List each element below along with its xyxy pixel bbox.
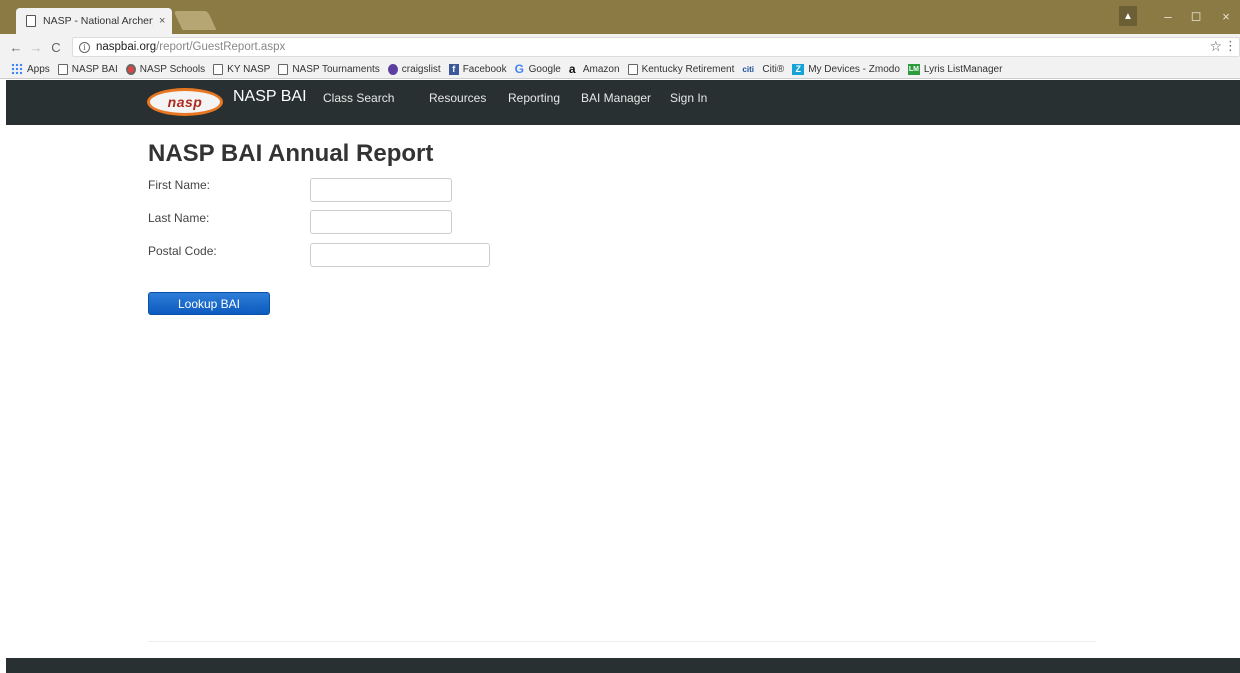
- bookmark-nasp-bai[interactable]: NASP BAI: [57, 63, 118, 75]
- new-tab-button[interactable]: [173, 11, 217, 30]
- bookmark-facebook[interactable]: f Facebook: [448, 63, 507, 75]
- page-title: NASP BAI Annual Report: [148, 140, 434, 167]
- profile-icon[interactable]: ▲: [1119, 6, 1137, 26]
- reload-icon[interactable]: C: [46, 40, 66, 55]
- bookmark-zmodo[interactable]: Z My Devices - Zmodo: [792, 63, 900, 75]
- google-icon: G: [514, 61, 524, 76]
- bookmark-craigslist[interactable]: craigslist: [387, 63, 441, 75]
- page-icon: [26, 15, 36, 27]
- bookmark-citi[interactable]: citi Citi®: [742, 64, 784, 75]
- nav-sign-in[interactable]: Sign In: [670, 91, 707, 105]
- bookmark-label: Lyris ListManager: [923, 63, 1003, 75]
- bookmark-ky-nasp[interactable]: KY NASP: [213, 63, 271, 75]
- bookmark-label: Google: [528, 63, 561, 75]
- bookmark-lyris[interactable]: LM Lyris ListManager: [907, 63, 1003, 75]
- bookmark-nasp-tournaments[interactable]: NASP Tournaments: [278, 63, 380, 75]
- bookmark-star-icon[interactable]: ☆: [1209, 38, 1222, 55]
- target-icon: [125, 63, 136, 75]
- zmodo-icon: Z: [792, 63, 805, 75]
- brand-link[interactable]: NASP BAI: [233, 88, 307, 106]
- site-navbar: nasp NASP BAI Class Search Resources Rep…: [6, 80, 1240, 125]
- tab-close-icon[interactable]: ×: [159, 15, 165, 27]
- browser-title-bar: NASP - National Archery × ▲ – ◻ ×: [0, 0, 1240, 34]
- bookmark-label: NASP BAI: [71, 63, 118, 75]
- bookmark-label: craigslist: [401, 63, 441, 75]
- back-arrow-icon[interactable]: ←: [6, 40, 26, 55]
- nasp-logo[interactable]: nasp: [147, 88, 223, 116]
- bookmark-label: NASP Schools: [139, 63, 206, 75]
- last-name-label: Last Name:: [148, 211, 210, 225]
- bookmark-label: My Devices - Zmodo: [808, 63, 900, 75]
- page-icon: [213, 63, 224, 75]
- nav-class-search[interactable]: Class Search: [323, 91, 394, 105]
- amazon-icon: a: [568, 61, 576, 76]
- logo-text: nasp: [167, 94, 203, 110]
- browser-toolbar: ← → C i naspbai.org /report/GuestReport.…: [0, 34, 1240, 60]
- bookmark-label: Apps: [27, 63, 50, 75]
- bookmark-kentucky-retirement[interactable]: Kentucky Retirement: [627, 63, 735, 75]
- url-host: naspbai.org: [96, 41, 157, 53]
- url-path: /report/GuestReport.aspx: [156, 41, 286, 53]
- maximize-button[interactable]: ◻: [1186, 6, 1206, 26]
- peace-icon: [387, 63, 398, 75]
- page-icon: [278, 63, 289, 75]
- postal-code-label: Postal Code:: [148, 244, 217, 258]
- tab-title: NASP - National Archery: [43, 15, 153, 27]
- page-icon: [627, 63, 638, 75]
- bookmark-label: NASP Tournaments: [292, 63, 380, 75]
- bookmark-label: KY NASP: [227, 63, 271, 75]
- info-icon[interactable]: i: [79, 41, 90, 53]
- footer-bar: [6, 658, 1240, 673]
- bookmark-amazon[interactable]: a Amazon: [568, 61, 620, 76]
- forward-arrow-icon[interactable]: →: [26, 40, 46, 55]
- last-name-field[interactable]: [310, 210, 452, 234]
- nav-bai-manager[interactable]: BAI Manager: [581, 91, 651, 105]
- bookmark-nasp-schools[interactable]: NASP Schools: [125, 63, 206, 75]
- close-window-button[interactable]: ×: [1216, 6, 1236, 26]
- bookmark-label: Amazon: [582, 63, 620, 75]
- bookmark-label: Facebook: [462, 63, 507, 75]
- browser-tab[interactable]: NASP - National Archery ×: [16, 8, 172, 34]
- bookmark-apps[interactable]: Apps: [11, 63, 50, 75]
- bookmarks-bar: Apps NASP BAI NASP Schools KY NASP NASP …: [0, 60, 1240, 79]
- page-icon: [57, 63, 68, 75]
- page-left-edge: [0, 80, 6, 673]
- footer-divider: [148, 641, 1096, 642]
- address-bar[interactable]: i naspbai.org /report/GuestReport.aspx: [72, 37, 1240, 57]
- citi-icon: citi: [742, 64, 754, 74]
- postal-code-field[interactable]: [310, 243, 490, 267]
- lookup-bai-button[interactable]: Lookup BAI: [148, 292, 270, 315]
- nav-resources[interactable]: Resources: [429, 91, 486, 105]
- bookmark-google[interactable]: G Google: [514, 61, 561, 76]
- first-name-label: First Name:: [148, 178, 211, 192]
- menu-dots-icon[interactable]: ⋮: [1224, 38, 1237, 54]
- bookmark-label: Kentucky Retirement: [641, 63, 735, 75]
- nav-reporting[interactable]: Reporting: [508, 91, 560, 105]
- bookmark-label: Citi®: [762, 63, 785, 75]
- facebook-icon: f: [448, 63, 459, 75]
- apps-icon: [11, 63, 23, 75]
- lyris-icon: LM: [907, 63, 920, 75]
- minimize-button[interactable]: –: [1158, 6, 1178, 26]
- first-name-field[interactable]: [310, 178, 452, 202]
